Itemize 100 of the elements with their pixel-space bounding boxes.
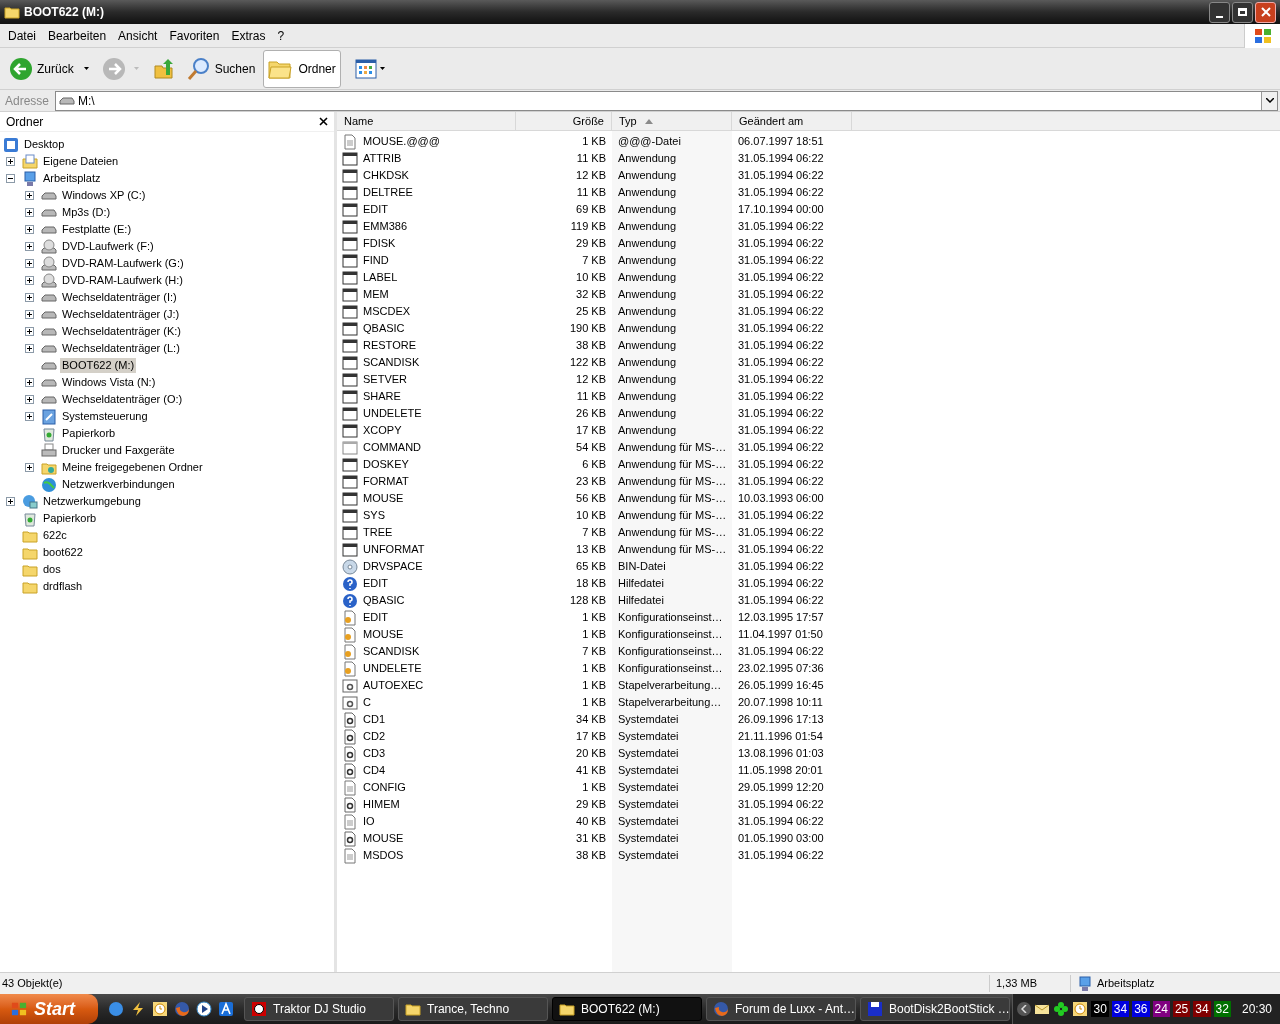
file-name[interactable]: MSDOS bbox=[363, 847, 404, 864]
expand-toggle[interactable] bbox=[25, 378, 34, 387]
expand-toggle[interactable] bbox=[25, 310, 34, 319]
file-name[interactable]: IO bbox=[363, 813, 375, 830]
app-icon[interactable] bbox=[218, 1001, 234, 1017]
fox-globe-icon[interactable] bbox=[174, 1001, 190, 1017]
folders-button[interactable]: Ordner bbox=[263, 49, 341, 88]
file-name[interactable]: MSCDEX bbox=[363, 303, 411, 320]
menu-item[interactable]: Bearbeiten bbox=[42, 26, 113, 45]
file-name[interactable]: CD4 bbox=[363, 762, 385, 779]
file-name[interactable]: MOUSE bbox=[363, 830, 404, 847]
file-name[interactable]: CHKDSK bbox=[363, 167, 409, 184]
tree-item[interactable]: drdflash bbox=[41, 579, 85, 594]
lightning-icon[interactable] bbox=[130, 1001, 146, 1017]
file-name[interactable]: CD2 bbox=[363, 728, 385, 745]
file-name[interactable]: QBASIC bbox=[363, 592, 405, 609]
menu-item[interactable]: Favoriten bbox=[163, 26, 226, 45]
tree-item[interactable]: Papierkorb bbox=[41, 511, 99, 526]
expand-toggle[interactable] bbox=[25, 208, 34, 217]
expand-toggle[interactable] bbox=[25, 412, 34, 421]
file-name[interactable]: CD3 bbox=[363, 745, 385, 762]
tree-item[interactable]: Wechseldatenträger (I:) bbox=[60, 290, 179, 305]
play-icon[interactable] bbox=[196, 1001, 212, 1017]
file-name[interactable]: UNDELETE bbox=[363, 405, 422, 422]
menu-item[interactable]: ? bbox=[271, 26, 291, 45]
tree-item[interactable]: Mp3s (D:) bbox=[60, 205, 113, 220]
file-name[interactable]: QBASIC bbox=[363, 320, 405, 337]
file-name[interactable]: EMM386 bbox=[363, 218, 408, 235]
tree-item[interactable]: Meine freigegebenen Ordner bbox=[60, 460, 205, 475]
file-name[interactable]: RESTORE bbox=[363, 337, 416, 354]
expand-toggle[interactable] bbox=[25, 463, 34, 472]
file-name[interactable]: DELTREE bbox=[363, 184, 413, 201]
file-name[interactable]: MOUSE bbox=[363, 490, 404, 507]
column-header[interactable]: Name bbox=[337, 112, 516, 131]
taskbar-button[interactable]: BootDisk2BootStick … bbox=[860, 997, 1010, 1021]
close-button[interactable] bbox=[1255, 1, 1276, 23]
collapse-toggle[interactable] bbox=[6, 174, 15, 183]
file-name[interactable]: SHARE bbox=[363, 388, 401, 405]
tree-item[interactable]: Eigene Dateien bbox=[41, 154, 121, 169]
file-name[interactable]: MEM bbox=[363, 286, 389, 303]
tree-item[interactable]: 622c bbox=[41, 528, 69, 543]
tree-item[interactable]: Windows Vista (N:) bbox=[60, 375, 158, 390]
clock-icon[interactable] bbox=[152, 1001, 168, 1017]
expand-toggle[interactable] bbox=[6, 157, 15, 166]
tree-item[interactable]: Wechseldatenträger (K:) bbox=[60, 324, 184, 339]
expand-toggle[interactable] bbox=[25, 259, 34, 268]
tree-item[interactable]: Wechseldatenträger (J:) bbox=[60, 307, 182, 322]
taskbar-button[interactable]: Trance, Techno bbox=[398, 997, 548, 1021]
taskbar-button[interactable]: Traktor DJ Studio bbox=[244, 997, 394, 1021]
tree-item[interactable]: Windows XP (C:) bbox=[60, 188, 148, 203]
file-name[interactable]: UNDELETE bbox=[363, 660, 422, 677]
file-name[interactable]: EDIT bbox=[363, 201, 389, 218]
tree-item[interactable]: Netzwerkverbindungen bbox=[60, 477, 177, 492]
maximize-button[interactable] bbox=[1232, 1, 1253, 23]
file-name[interactable]: SYS bbox=[363, 507, 385, 524]
tree-item[interactable]: DVD-RAM-Laufwerk (G:) bbox=[60, 256, 186, 271]
expand-toggle[interactable] bbox=[6, 497, 15, 506]
search-button[interactable]: Suchen bbox=[182, 50, 260, 87]
file-name[interactable]: CONFIG bbox=[363, 779, 406, 796]
tree-item[interactable]: Netzwerkumgebung bbox=[41, 494, 143, 509]
clock-icon[interactable] bbox=[1072, 1001, 1089, 1017]
file-name[interactable]: FDISK bbox=[363, 235, 396, 252]
minimize-button[interactable] bbox=[1209, 1, 1230, 23]
file-name[interactable]: EDIT bbox=[363, 575, 389, 592]
tree-item[interactable]: Wechseldatenträger (L:) bbox=[60, 341, 182, 356]
file-name[interactable]: ATTRIB bbox=[363, 150, 402, 167]
expand-toggle[interactable] bbox=[25, 293, 34, 302]
tree-item[interactable]: Wechseldatenträger (O:) bbox=[60, 392, 185, 407]
start-button[interactable]: Start bbox=[0, 994, 98, 1024]
file-name[interactable]: SETVER bbox=[363, 371, 407, 388]
file-name[interactable]: FIND bbox=[363, 252, 389, 269]
file-name[interactable]: XCOPY bbox=[363, 422, 402, 439]
file-name[interactable]: LABEL bbox=[363, 269, 398, 286]
close-icon[interactable] bbox=[319, 117, 328, 126]
file-name[interactable]: FORMAT bbox=[363, 473, 409, 490]
column-header[interactable]: Geändert am bbox=[732, 112, 852, 131]
file-name[interactable]: SCANDISK bbox=[363, 354, 420, 371]
expand-toggle[interactable] bbox=[25, 225, 34, 234]
file-name[interactable]: AUTOEXEC bbox=[363, 677, 424, 694]
file-name[interactable]: MOUSE bbox=[363, 626, 404, 643]
tree-item[interactable]: Systemsteuerung bbox=[60, 409, 150, 424]
expand-toggle[interactable] bbox=[25, 242, 34, 251]
tree-item[interactable]: DVD-RAM-Laufwerk (H:) bbox=[60, 273, 185, 288]
file-name[interactable]: CD1 bbox=[363, 711, 385, 728]
expand-toggle[interactable] bbox=[25, 344, 34, 353]
column-header[interactable]: Typ bbox=[612, 112, 732, 131]
tree-item[interactable]: BOOT622 (M:) bbox=[60, 358, 137, 373]
clover-icon[interactable] bbox=[1053, 1001, 1070, 1017]
tree-item[interactable]: Desktop bbox=[22, 137, 67, 152]
tree-item[interactable]: dos bbox=[41, 562, 63, 577]
expand-toggle[interactable] bbox=[25, 276, 34, 285]
menu-item[interactable]: Extras bbox=[225, 26, 272, 45]
tree-item[interactable]: Festplatte (E:) bbox=[60, 222, 134, 237]
dropdown-button[interactable] bbox=[1261, 91, 1277, 110]
file-name[interactable]: COMMAND bbox=[363, 439, 422, 456]
taskbar-button[interactable]: Forum de Luxx - Ant… bbox=[706, 997, 856, 1021]
address-field[interactable]: M:\ bbox=[55, 90, 1278, 111]
chevron-left-icon[interactable] bbox=[1017, 1002, 1032, 1016]
expand-toggle[interactable] bbox=[25, 327, 34, 336]
file-name[interactable]: UNFORMAT bbox=[363, 541, 425, 558]
